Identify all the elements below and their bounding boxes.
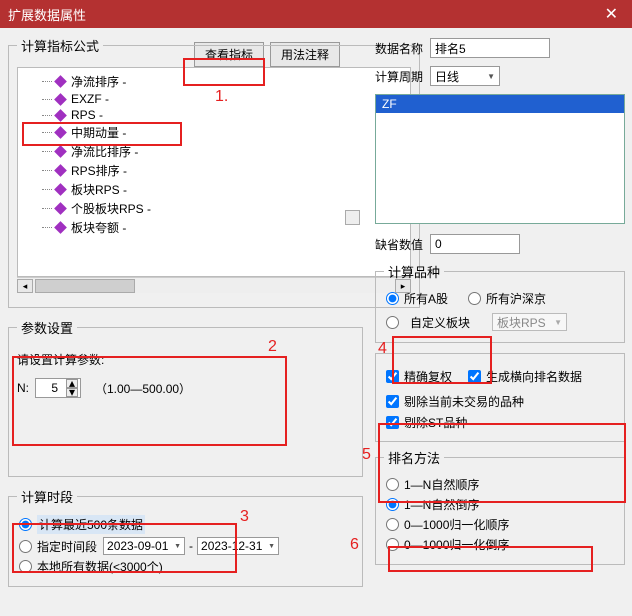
scrollbar-handle[interactable]: [345, 210, 360, 225]
tree-item[interactable]: 板块RPS -: [42, 180, 404, 199]
titlebar: 扩展数据属性 ✕: [0, 0, 632, 28]
data-name-label: 数据名称: [375, 40, 430, 57]
diamond-icon: [54, 202, 67, 215]
n-stepper[interactable]: ▴ ▾: [35, 378, 81, 398]
variety-legend: 计算品种: [384, 262, 444, 281]
period-range-radio[interactable]: [19, 540, 32, 553]
date-from-input[interactable]: 2023-09-01▼: [103, 537, 185, 555]
param-legend: 参数设置: [17, 318, 77, 337]
method-1n-asc-radio[interactable]: [386, 478, 399, 491]
cycle-label: 计算周期: [375, 68, 430, 85]
calc-period-group: 计算时段 计算最近500条数据 指定时间段 2023-09-01▼ - 2023…: [8, 487, 363, 587]
period-recent-radio[interactable]: [19, 518, 32, 531]
cycle-select[interactable]: 日线 ▼: [430, 66, 500, 86]
step-3: 3: [240, 508, 249, 526]
formula-legend: 计算指标公式: [17, 36, 103, 55]
variety-custom-radio[interactable]: [386, 316, 399, 329]
list-item[interactable]: ZF: [376, 95, 624, 113]
param-prompt: 请设置计算参数:: [17, 351, 354, 368]
calc-period-legend: 计算时段: [17, 487, 77, 506]
rank-checkbox[interactable]: [468, 370, 481, 383]
st-checkbox[interactable]: [386, 416, 399, 429]
notrade-checkbox[interactable]: [386, 395, 399, 408]
step-1: 1.: [215, 88, 228, 106]
fq-checkbox[interactable]: [386, 370, 399, 383]
diamond-icon: [54, 221, 67, 234]
step-4: 4: [378, 340, 387, 358]
default-input[interactable]: [430, 234, 520, 254]
period-recent-label: 计算最近500条数据: [37, 515, 145, 534]
method-1n-desc-radio[interactable]: [386, 498, 399, 511]
period-local-note: (<3000个): [109, 558, 163, 575]
chevron-down-icon: ▼: [554, 318, 562, 327]
diamond-icon: [54, 126, 67, 139]
variety-group: 计算品种 所有A股 所有沪深京 自定义板块 板块RPS ▼: [375, 262, 625, 343]
period-local-radio[interactable]: [19, 560, 32, 573]
diamond-icon: [54, 75, 67, 88]
spin-down-icon[interactable]: ▾: [66, 388, 78, 397]
default-label: 缺省数值: [375, 236, 430, 253]
method-norm-desc-radio[interactable]: [386, 538, 399, 551]
rank-method-legend: 排名方法: [384, 448, 444, 467]
n-label: N:: [17, 381, 29, 395]
variety-all-a-radio[interactable]: [386, 292, 399, 305]
indicator-tree[interactable]: 净流排序 - EXZF - RPS - 中期动量 - 净流比排序 - RPS排序…: [17, 67, 411, 277]
diamond-icon: [54, 109, 67, 122]
chevron-down-icon[interactable]: ▼: [174, 543, 181, 550]
custom-block-select: 板块RPS ▼: [492, 313, 567, 331]
step-2: 2: [268, 338, 277, 356]
period-local-label: 本地所有数据: [37, 558, 109, 575]
tree-item[interactable]: RPS -: [42, 107, 404, 123]
formula-group: 计算指标公式 净流排序 - EXZF - RPS - 中期动量 - 净流比排序 …: [8, 36, 420, 308]
diamond-icon: [54, 145, 67, 158]
diamond-icon: [54, 93, 67, 106]
scrollbar-thumb[interactable]: [35, 279, 135, 293]
chevron-down-icon[interactable]: ▼: [487, 72, 495, 81]
data-name-input[interactable]: [430, 38, 550, 58]
tree-item[interactable]: 中期动量 -: [42, 123, 404, 142]
step-5: 5: [362, 446, 371, 464]
param-range: （1.00—500.00）: [95, 380, 191, 397]
param-group: 参数设置 请设置计算参数: N: ▴ ▾ （1.00—500.00）: [8, 318, 363, 477]
scroll-left-icon[interactable]: ◂: [17, 279, 33, 293]
method-norm-asc-radio[interactable]: [386, 518, 399, 531]
rank-method-group: 排名方法 1—N自然顺序 1—N自然倒序 0—1000归一化顺序 0—1000归…: [375, 448, 625, 565]
step-6: 6: [350, 536, 359, 554]
zf-listbox[interactable]: ZF: [375, 94, 625, 224]
tree-item[interactable]: 净流比排序 -: [42, 142, 404, 161]
chevron-down-icon[interactable]: ▼: [268, 543, 275, 550]
tree-item[interactable]: RPS排序 -: [42, 161, 404, 180]
window-title: 扩展数据属性: [8, 5, 86, 24]
n-input[interactable]: [38, 380, 60, 396]
diamond-icon: [54, 183, 67, 196]
variety-hsg-radio[interactable]: [468, 292, 481, 305]
period-range-label: 指定时间段: [37, 538, 97, 555]
tree-hscrollbar[interactable]: ◂ ▸: [17, 277, 411, 293]
date-to-input[interactable]: 2023-12-31▼: [197, 537, 279, 555]
close-icon[interactable]: ✕: [599, 4, 624, 24]
diamond-icon: [54, 164, 67, 177]
